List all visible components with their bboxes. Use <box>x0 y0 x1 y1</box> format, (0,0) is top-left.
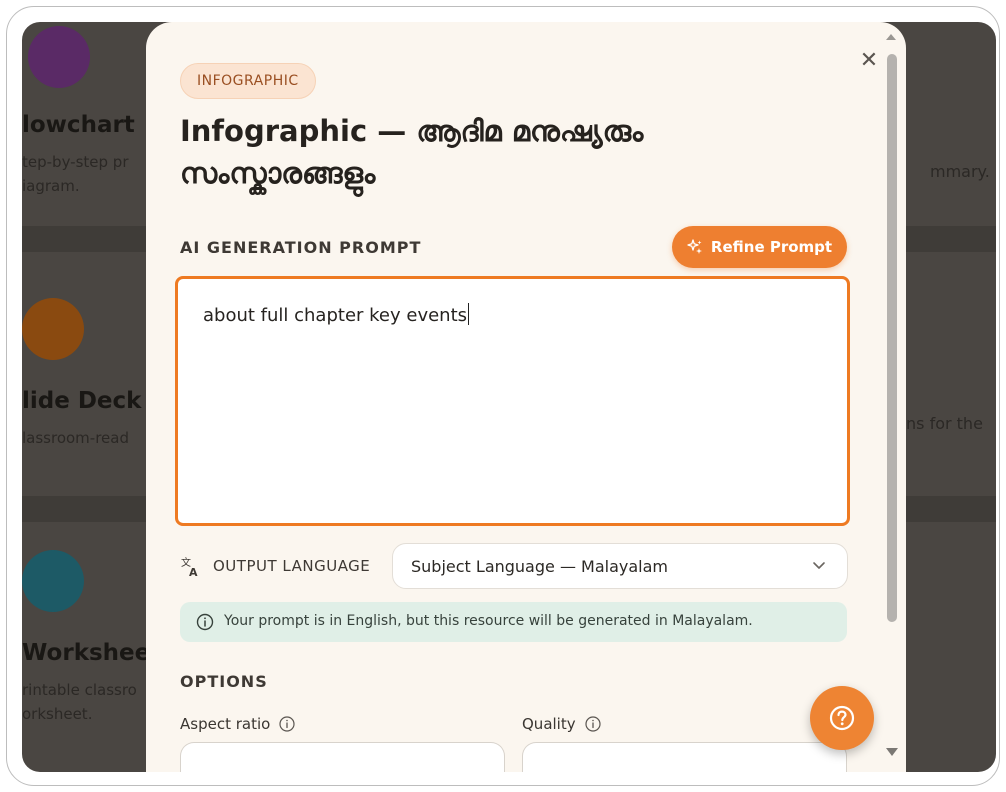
presentation-icon <box>22 298 84 360</box>
quality-field-label: Quality <box>522 715 602 733</box>
bg-card-desc-1: rintable classro <box>22 681 137 699</box>
prompt-textarea[interactable]: about full chapter key events <box>175 276 850 526</box>
info-icon <box>196 613 214 631</box>
scrollbar-thumb[interactable] <box>887 54 897 622</box>
bg-card-right-text: mmary. <box>930 162 990 181</box>
bg-card-title: lide Deck <box>22 388 142 414</box>
translate-icon: 文 A <box>181 556 198 578</box>
sparkle-icon <box>28 26 90 88</box>
aspect-ratio-select[interactable] <box>180 742 505 772</box>
sparkle-icon <box>687 239 702 254</box>
quality-label: Quality <box>522 715 576 733</box>
refine-prompt-label: Refine Prompt <box>710 238 833 256</box>
prompt-section-label: AI GENERATION PROMPT <box>180 238 422 257</box>
output-language-value: Subject Language — Malayalam <box>411 557 668 576</box>
output-language-label: OUTPUT LANGUAGE <box>213 557 371 575</box>
output-language-row: 文 A OUTPUT LANGUAGE Subject Language — M… <box>180 543 850 591</box>
chevron-down-icon <box>813 562 825 569</box>
sparkle-icon <box>22 550 84 612</box>
bg-card-desc-2: orksheet. <box>22 705 93 723</box>
modal-title: Infographic — ആദിമ മനുഷ്യരും സംസ്കാരങ്ങള… <box>180 114 644 190</box>
refine-prompt-button[interactable]: Refine Prompt <box>672 226 847 268</box>
output-language-select[interactable]: Subject Language — Malayalam <box>392 543 848 589</box>
info-icon[interactable] <box>584 715 602 733</box>
infographic-modal: ✕ INFOGRAPHIC Infographic — ആദിമ മനുഷ്യര… <box>146 22 906 772</box>
bg-card-title: lowchart <box>22 112 135 138</box>
aspect-ratio-field-label: Aspect ratio <box>180 715 296 733</box>
scroll-up-arrow[interactable] <box>886 34 896 40</box>
info-text: Your prompt is in English, but this reso… <box>224 613 753 629</box>
type-badge: INFOGRAPHIC <box>180 63 316 99</box>
prompt-text: about full chapter key events <box>203 303 470 326</box>
bg-card-title: Worksheet <box>22 640 162 666</box>
options-section-label: OPTIONS <box>180 672 268 691</box>
bg-card-desc-2: iagram. <box>22 177 80 195</box>
text-caret <box>468 303 470 325</box>
help-icon <box>829 705 855 731</box>
bg-card-desc-1: tep-by-step pr <box>22 153 129 171</box>
aspect-ratio-label: Aspect ratio <box>180 715 271 733</box>
svg-text:A: A <box>189 566 198 578</box>
language-info-banner: Your prompt is in English, but this reso… <box>180 602 847 642</box>
scroll-down-arrow[interactable] <box>886 748 898 756</box>
close-icon[interactable]: ✕ <box>858 50 880 72</box>
modal-scrollbar[interactable] <box>884 32 898 762</box>
prompt-value: about full chapter key events <box>203 305 468 326</box>
quality-select[interactable] <box>522 742 847 772</box>
help-button[interactable] <box>810 686 874 750</box>
bg-card-desc-1: lassroom-read <box>22 429 129 447</box>
bg-card-right-text: ns for the <box>906 414 983 433</box>
info-icon[interactable] <box>278 715 296 733</box>
